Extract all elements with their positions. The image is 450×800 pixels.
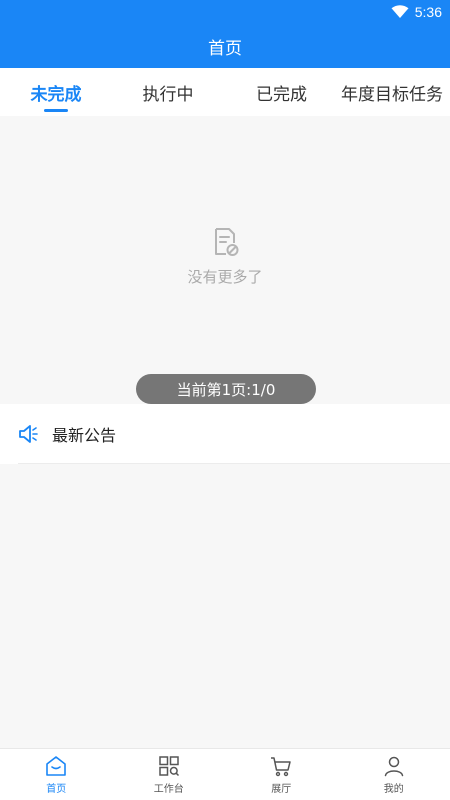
bottom-nav: 首页 工作台 展厅 我的: [0, 748, 450, 800]
tab-completed[interactable]: 已完成: [224, 68, 339, 116]
page-title: 首页: [208, 38, 242, 59]
tab-incomplete[interactable]: 未完成: [0, 68, 112, 116]
task-list-empty: [0, 116, 450, 404]
nav-showroom[interactable]: 展厅: [225, 749, 338, 800]
tab-in-progress[interactable]: 执行中: [112, 68, 224, 116]
nav-label: 首页: [46, 784, 67, 795]
empty-document-icon: [215, 228, 239, 256]
tab-label: 年度目标任务: [341, 84, 443, 105]
tab-label: 执行中: [142, 84, 194, 105]
speaker-icon: [19, 425, 38, 443]
app-screen: 5:36 首页 未完成 执行中 已完成 年度目标任务 没有更多了 当前第1页:1…: [0, 0, 450, 800]
user-icon: [384, 756, 403, 777]
nav-label: 工作台: [153, 784, 184, 795]
announcement-row[interactable]: 最新公告: [0, 404, 450, 464]
nav-home[interactable]: 首页: [0, 749, 113, 800]
empty-state-text: 没有更多了: [187, 268, 263, 286]
home-icon: [46, 756, 67, 776]
tab-active-indicator: [44, 109, 68, 112]
announcement-title: 最新公告: [52, 426, 117, 445]
nav-workbench[interactable]: 工作台: [113, 749, 226, 800]
divider: [18, 463, 450, 464]
tab-bar: 未完成 执行中 已完成 年度目标任务: [0, 68, 450, 116]
wifi-icon: [391, 5, 409, 18]
cart-icon: [271, 757, 291, 777]
nav-label: 我的: [383, 784, 404, 795]
nav-mine[interactable]: 我的: [338, 749, 450, 800]
tab-label: 已完成: [256, 84, 307, 105]
status-bar: 5:36: [0, 0, 450, 24]
tab-annual-goals[interactable]: 年度目标任务: [339, 68, 450, 116]
tab-label: 未完成: [30, 84, 82, 105]
workbench-icon: [159, 756, 179, 777]
pagination-indicator: 当前第1页:1/0: [136, 374, 316, 404]
header-bar: 首页: [0, 24, 450, 68]
status-time: 5:36: [414, 4, 442, 20]
nav-label: 展厅: [271, 784, 292, 795]
